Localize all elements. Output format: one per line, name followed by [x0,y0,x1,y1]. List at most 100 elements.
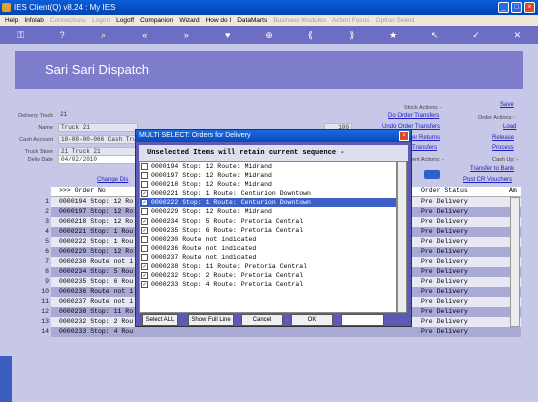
stock-actions-label: Stock Actions: - [404,105,442,111]
side-panel-tab[interactable] [0,356,12,402]
rewind-icon[interactable]: ⟪ [290,30,331,41]
item-label: 0000229 Stop: 12 Route: Midrand [151,208,272,216]
menu-item[interactable]: Wizard [179,15,199,26]
name-field[interactable]: Truck 21 [58,123,138,132]
menu-item[interactable]: Business Modules [273,15,326,26]
row-number: 6 [45,248,49,255]
load-link[interactable]: Load [503,124,516,130]
item-checkbox[interactable] [141,244,148,252]
menu-item[interactable]: Logoff [116,15,134,26]
item-checkbox[interactable] [141,208,148,216]
fast-forward-icon[interactable]: ⟫ [331,30,372,41]
item-checkbox[interactable]: ✓ [141,226,148,234]
list-item[interactable]: 0000197 Stop: 12 Route: Midrand [140,171,396,180]
list-item[interactable]: 0000229 Stop: 12 Route: Midrand [140,207,396,216]
cancel-icon[interactable]: ✕ [497,30,538,41]
cash-account-field[interactable]: 18-08-00-066 Cash Truck [58,135,138,144]
item-checkbox[interactable] [141,163,148,170]
menu-item[interactable]: Option Select [376,15,415,26]
list-item[interactable]: 0000236 Route not indicated [140,244,396,253]
menu-item[interactable]: Help [5,15,18,26]
item-checkbox[interactable] [141,172,148,180]
favorite-icon[interactable]: ♥ [207,30,248,40]
list-item[interactable]: ✓ 0000238 Stop: 11 Route: Pretoria Centra… [140,262,396,271]
show-full-line-button[interactable]: Show Full Line [188,314,234,326]
item-checkbox[interactable]: ✓ [141,263,148,271]
menu-item[interactable]: How do I [206,15,232,26]
printer-icon[interactable] [424,170,440,179]
item-checkbox[interactable] [141,253,148,261]
search-icon[interactable]: ⌕ [83,30,124,41]
row-number: 14 [41,328,49,335]
ok-button[interactable]: OK [291,314,333,326]
order-no-column[interactable]: >>> Order No [59,187,106,194]
release-link[interactable]: Release [492,135,514,141]
order-select-list[interactable]: 0000194 Stop: 12 Route: Midrand 0000197 S… [139,161,397,313]
returns-link[interactable]: er Returns [412,135,440,141]
star-icon[interactable]: ★ [373,30,414,41]
deliv-date-field[interactable]: 04/02/2010 [58,155,138,164]
save-link[interactable]: Save [500,102,514,108]
confirm-icon[interactable]: ✓ [455,30,496,41]
order-cell: 0000229 Stop: 12 Ro [59,248,134,255]
item-checkbox[interactable] [141,181,148,189]
item-label: 0000197 Stop: 12 Route: Midrand [151,172,272,180]
amount-column[interactable]: Am [509,187,517,194]
forward-icon[interactable]: » [166,30,207,40]
status-cell: Pre Delivery [421,198,468,205]
item-checkbox[interactable]: ✓ [141,190,148,198]
list-item[interactable]: 0000230 Route not indicated [140,235,396,244]
order-cell: 0000232 Stop: 2 Rou [59,318,134,325]
item-checkbox[interactable]: ✓ [141,281,148,289]
menu-item[interactable]: Logon [92,15,110,26]
do-order-transfers-link[interactable]: Do Order Transfers [388,113,439,119]
list-item[interactable]: ✓ 0000222 Stop: 1 Route: Centurion Downto… [140,198,396,208]
item-checkbox[interactable]: ✓ [141,272,148,280]
list-item[interactable]: 0000218 Stop: 12 Route: Midrand [140,180,396,189]
table-row[interactable]: 14 0000233 Stop: 4 Rou Pre Delivery [41,327,521,337]
cancel-button[interactable]: Cancel [241,314,283,326]
dialog-list-scrollbar[interactable] [397,161,407,313]
item-checkbox[interactable]: ✓ [141,217,148,225]
maximize-icon[interactable]: □ [511,2,522,13]
pin-icon[interactable]: ⊕ [248,30,289,41]
menu-item[interactable]: Companion [140,15,173,26]
menu-item[interactable]: Infolab [24,15,44,26]
table-scrollbar[interactable] [510,197,520,327]
item-checkbox[interactable] [141,235,148,243]
list-item[interactable]: ✓ 0000221 Stop: 1 Route: Centurion Downto… [140,189,396,198]
order-status-column[interactable]: Order Status [421,187,468,194]
list-item[interactable]: ✓ 0000233 Stop: 4 Route: Pretoria Central [140,280,396,289]
transfers-link[interactable]: Transfers [412,145,437,151]
menu-item[interactable]: DataMarts [237,15,267,26]
list-item[interactable]: ✓ 0000235 Stop: 6 Route: Pretoria Central [140,226,396,235]
cursor-icon[interactable]: ↖ [414,30,455,41]
list-item[interactable]: 0000237 Route not indicated [140,253,396,262]
dialog-close-icon[interactable]: × [399,131,409,141]
back-icon[interactable]: « [124,30,165,40]
list-item[interactable]: ✓ 0000234 Stop: 5 Route: Pretoria Central [140,217,396,226]
status-cell: Pre Delivery [421,298,468,305]
select-all-button[interactable]: Select ALL [142,314,178,326]
multi-select-dialog: MULTI SELECT: Orders for Delivery × Unse… [135,129,412,327]
process-link[interactable]: Process [492,145,514,151]
order-cell: 0000197 Stop: 12 Ro [59,208,134,215]
menu-bar: Help Infolab Connections Logon Logoff Compani… [0,15,538,26]
dialog-header: Unselected Items will retain current seq… [139,145,408,161]
help-icon[interactable]: ? [41,30,82,40]
status-cell: Pre Delivery [421,258,468,265]
minimize-icon[interactable]: _ [498,2,509,13]
menu-item[interactable]: Action Focus [332,15,370,26]
close-icon[interactable]: × [524,2,535,13]
post-cr-vouchers-link[interactable]: Post CR Vouchers [463,177,512,183]
status-cell: Pre Delivery [421,228,468,235]
item-checkbox[interactable]: ✓ [141,199,148,207]
change-dispatch-link[interactable]: Change Dis [97,177,128,183]
transfer-to-bank-link[interactable]: Transfer to Bank [470,166,514,172]
delivery-truck-field[interactable]: 21 [58,111,130,120]
list-item[interactable]: ✓ 0000232 Stop: 2 Route: Pretoria Central [140,271,396,280]
dialog-input-field[interactable] [341,314,384,326]
menu-item[interactable]: Connections [50,15,86,26]
key-icon[interactable]: ⚿ [0,30,41,41]
list-item[interactable]: 0000194 Stop: 12 Route: Midrand [140,162,396,171]
